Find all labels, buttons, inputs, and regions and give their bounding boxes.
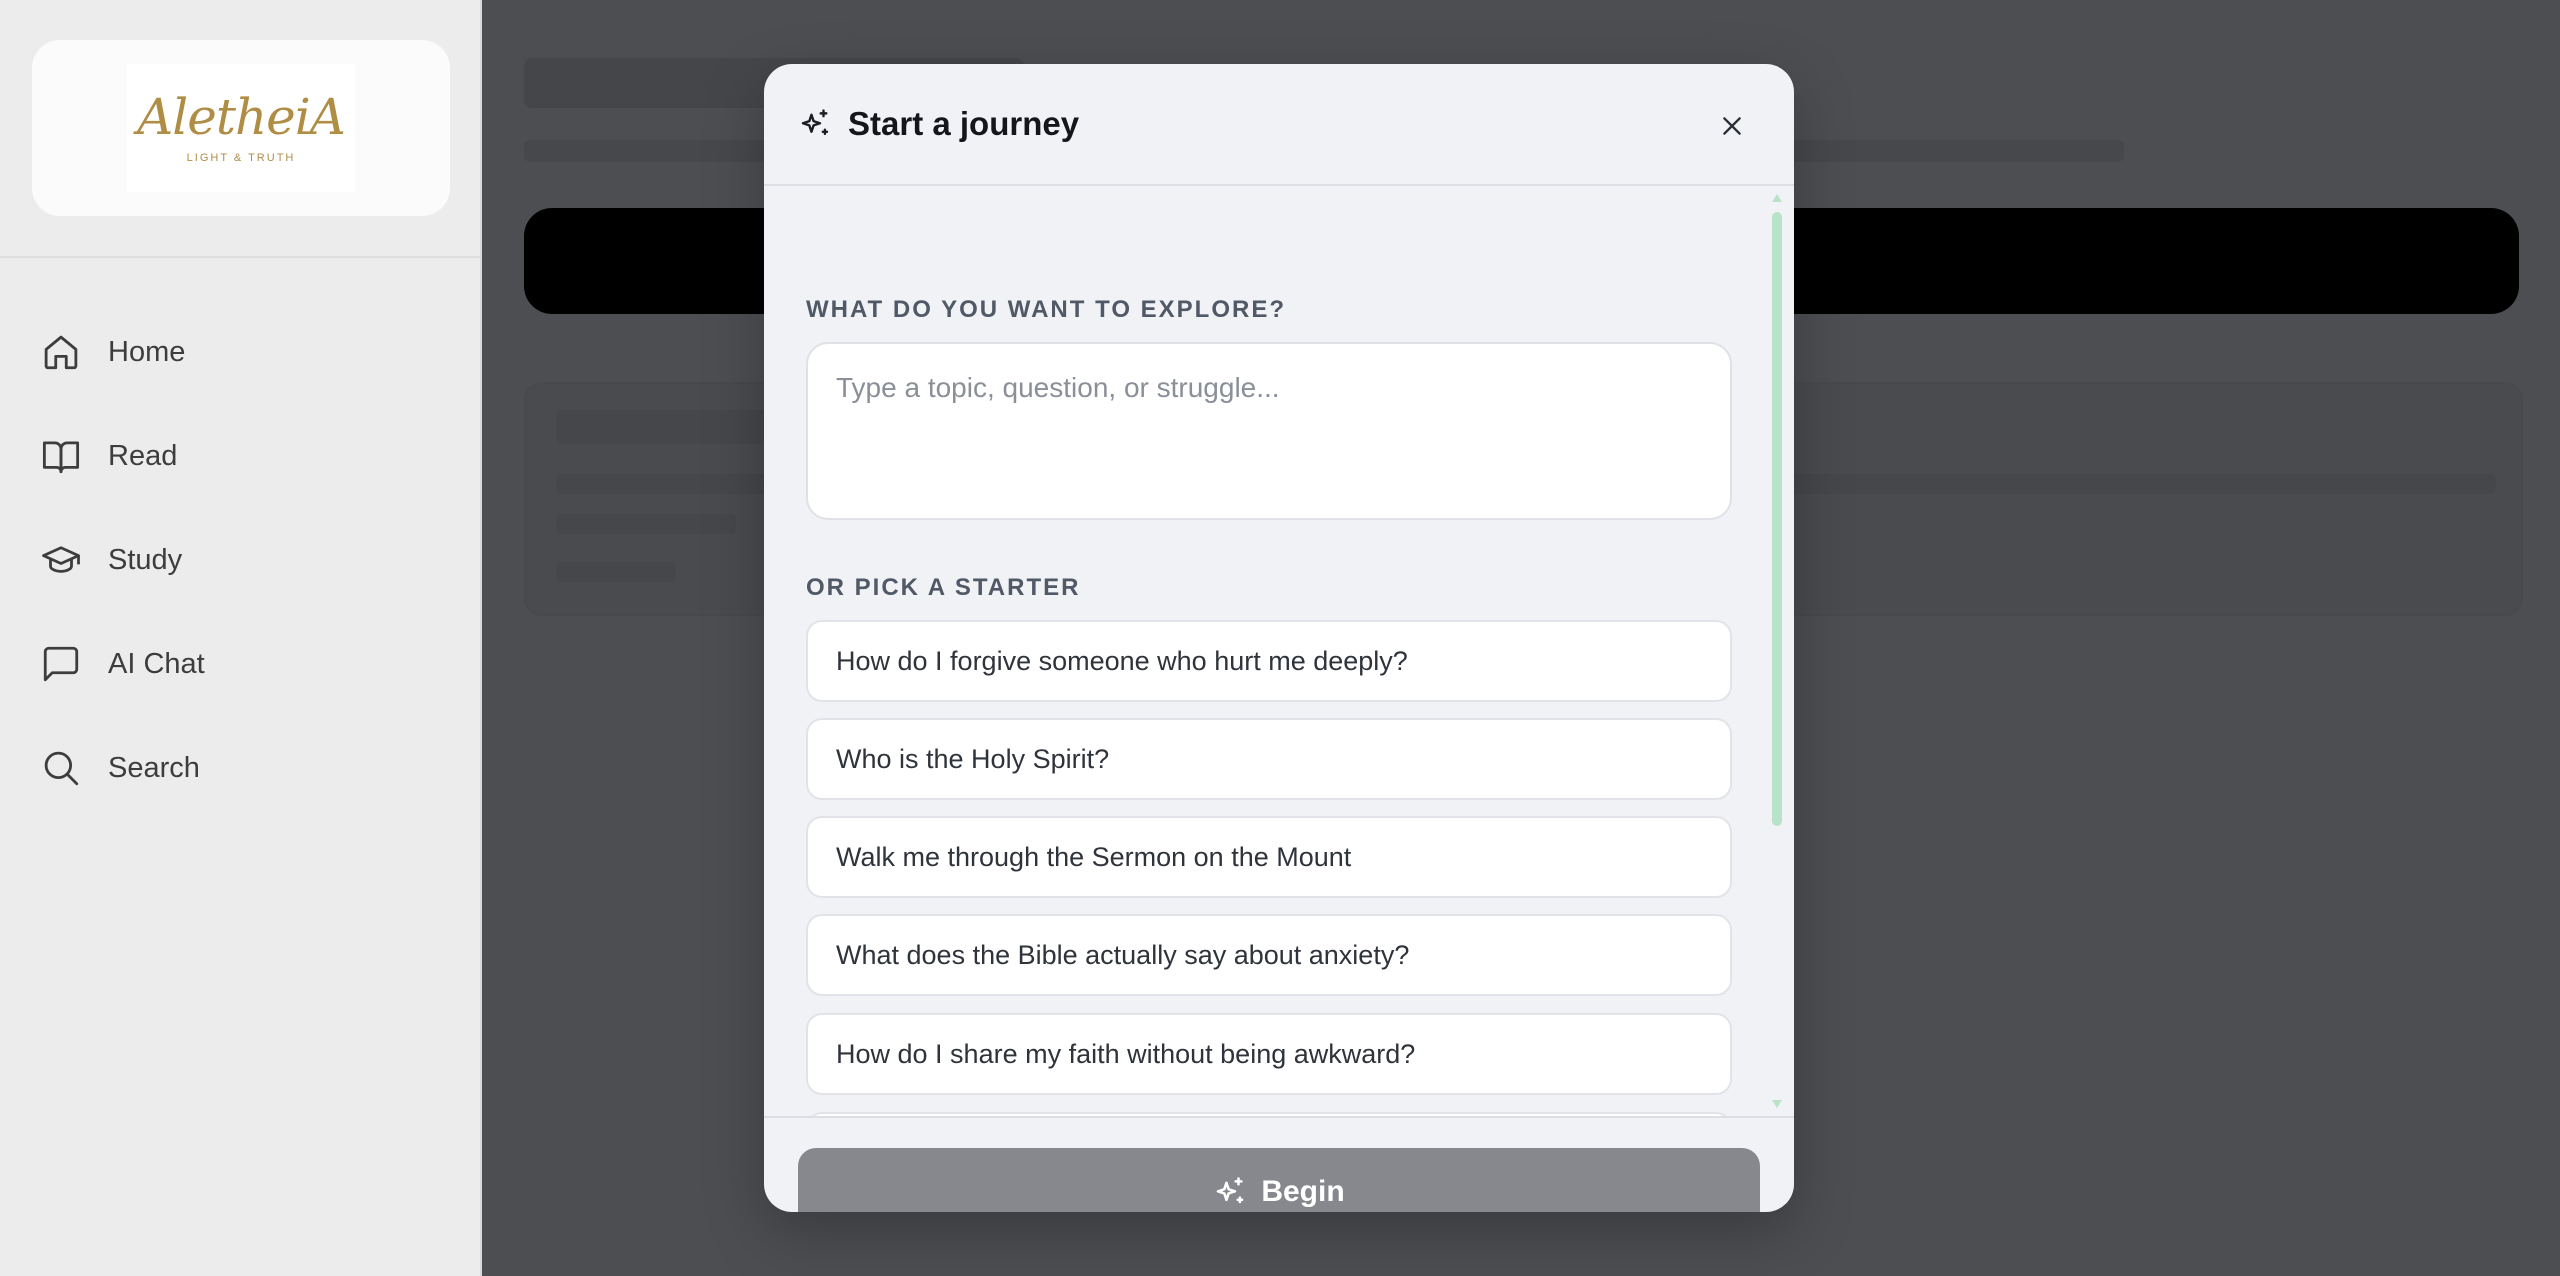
logo-wordmark: AletheiA bbox=[137, 88, 346, 146]
dialog-scrollbar[interactable] bbox=[1772, 212, 1782, 826]
chat-bubble-icon bbox=[43, 646, 79, 682]
sidebar-item-home[interactable]: Home bbox=[0, 300, 480, 404]
search-icon bbox=[44, 751, 79, 786]
starter-option-label: Who is the Holy Spirit? bbox=[836, 743, 1110, 774]
scroll-up-arrow[interactable] bbox=[1772, 194, 1782, 202]
background-card-link-placeholder bbox=[556, 562, 676, 582]
sidebar-item-ai-chat[interactable]: AI Chat bbox=[0, 612, 480, 716]
sidebar: AletheiA LIGHT & TRUTH Home Read Study A… bbox=[0, 0, 482, 1276]
starter-option-label: What does the Bible actually say about a… bbox=[836, 939, 1410, 970]
scroll-down-arrow[interactable] bbox=[1772, 1100, 1782, 1108]
graduation-cap-icon bbox=[42, 546, 80, 573]
starter-option[interactable]: Who is the Holy Spirit? bbox=[806, 718, 1732, 800]
starter-label: OR PICK A STARTER bbox=[806, 574, 1081, 601]
sidebar-item-label: Study bbox=[108, 543, 183, 576]
sidebar-nav: Home Read Study AI Chat Search bbox=[0, 300, 480, 820]
close-icon bbox=[1723, 117, 1741, 135]
starter-option[interactable]: What does the Bible actually say about a… bbox=[806, 914, 1732, 996]
background-card-heading-placeholder bbox=[556, 410, 776, 444]
sidebar-item-search[interactable]: Search bbox=[0, 716, 480, 820]
sparkles-icon bbox=[801, 109, 829, 136]
starter-option-label: Walk me through the Sermon on the Mount bbox=[836, 841, 1352, 872]
begin-button-label: Begin bbox=[1261, 1175, 1345, 1208]
topic-input[interactable] bbox=[806, 342, 1732, 520]
dialog-header: Start a journey bbox=[764, 64, 1794, 186]
sidebar-divider bbox=[0, 256, 480, 258]
book-icon bbox=[42, 441, 80, 474]
sidebar-item-label: AI Chat bbox=[108, 647, 205, 680]
dialog-body[interactable]: WHAT DO YOU WANT TO EXPLORE? OR PICK A S… bbox=[764, 188, 1794, 1116]
sparkles-icon bbox=[1217, 1177, 1244, 1204]
close-button[interactable] bbox=[1712, 106, 1752, 146]
background-card-text-placeholder bbox=[556, 514, 736, 534]
starter-option[interactable]: Walk me through the Sermon on the Mount bbox=[806, 816, 1732, 898]
start-journey-dialog: Start a journey WHAT DO YOU WANT TO EXPL… bbox=[764, 64, 1794, 1212]
sidebar-item-label: Read bbox=[108, 439, 178, 472]
explore-label: WHAT DO YOU WANT TO EXPLORE? bbox=[806, 296, 1287, 323]
starter-option[interactable]: How do I share my faith without being aw… bbox=[806, 1013, 1732, 1095]
dialog-footer: Begin bbox=[764, 1116, 1794, 1212]
begin-button[interactable]: Begin bbox=[798, 1148, 1760, 1212]
starter-option-label: How do I share my faith without being aw… bbox=[836, 1038, 1416, 1069]
logo: AletheiA LIGHT & TRUTH bbox=[127, 64, 355, 192]
dialog-title: Start a journey bbox=[848, 105, 1080, 142]
sidebar-item-label: Search bbox=[108, 751, 200, 784]
sidebar-item-study[interactable]: Study bbox=[0, 508, 480, 612]
starter-option[interactable]: How do I forgive someone who hurt me dee… bbox=[806, 620, 1732, 702]
sidebar-item-read[interactable]: Read bbox=[0, 404, 480, 508]
logo-tagline: LIGHT & TRUTH bbox=[186, 152, 296, 164]
sidebar-item-label: Home bbox=[108, 335, 186, 368]
logo-card[interactable]: AletheiA LIGHT & TRUTH bbox=[32, 40, 450, 216]
home-icon bbox=[44, 335, 78, 370]
starter-option-label: How do I forgive someone who hurt me dee… bbox=[836, 645, 1408, 676]
